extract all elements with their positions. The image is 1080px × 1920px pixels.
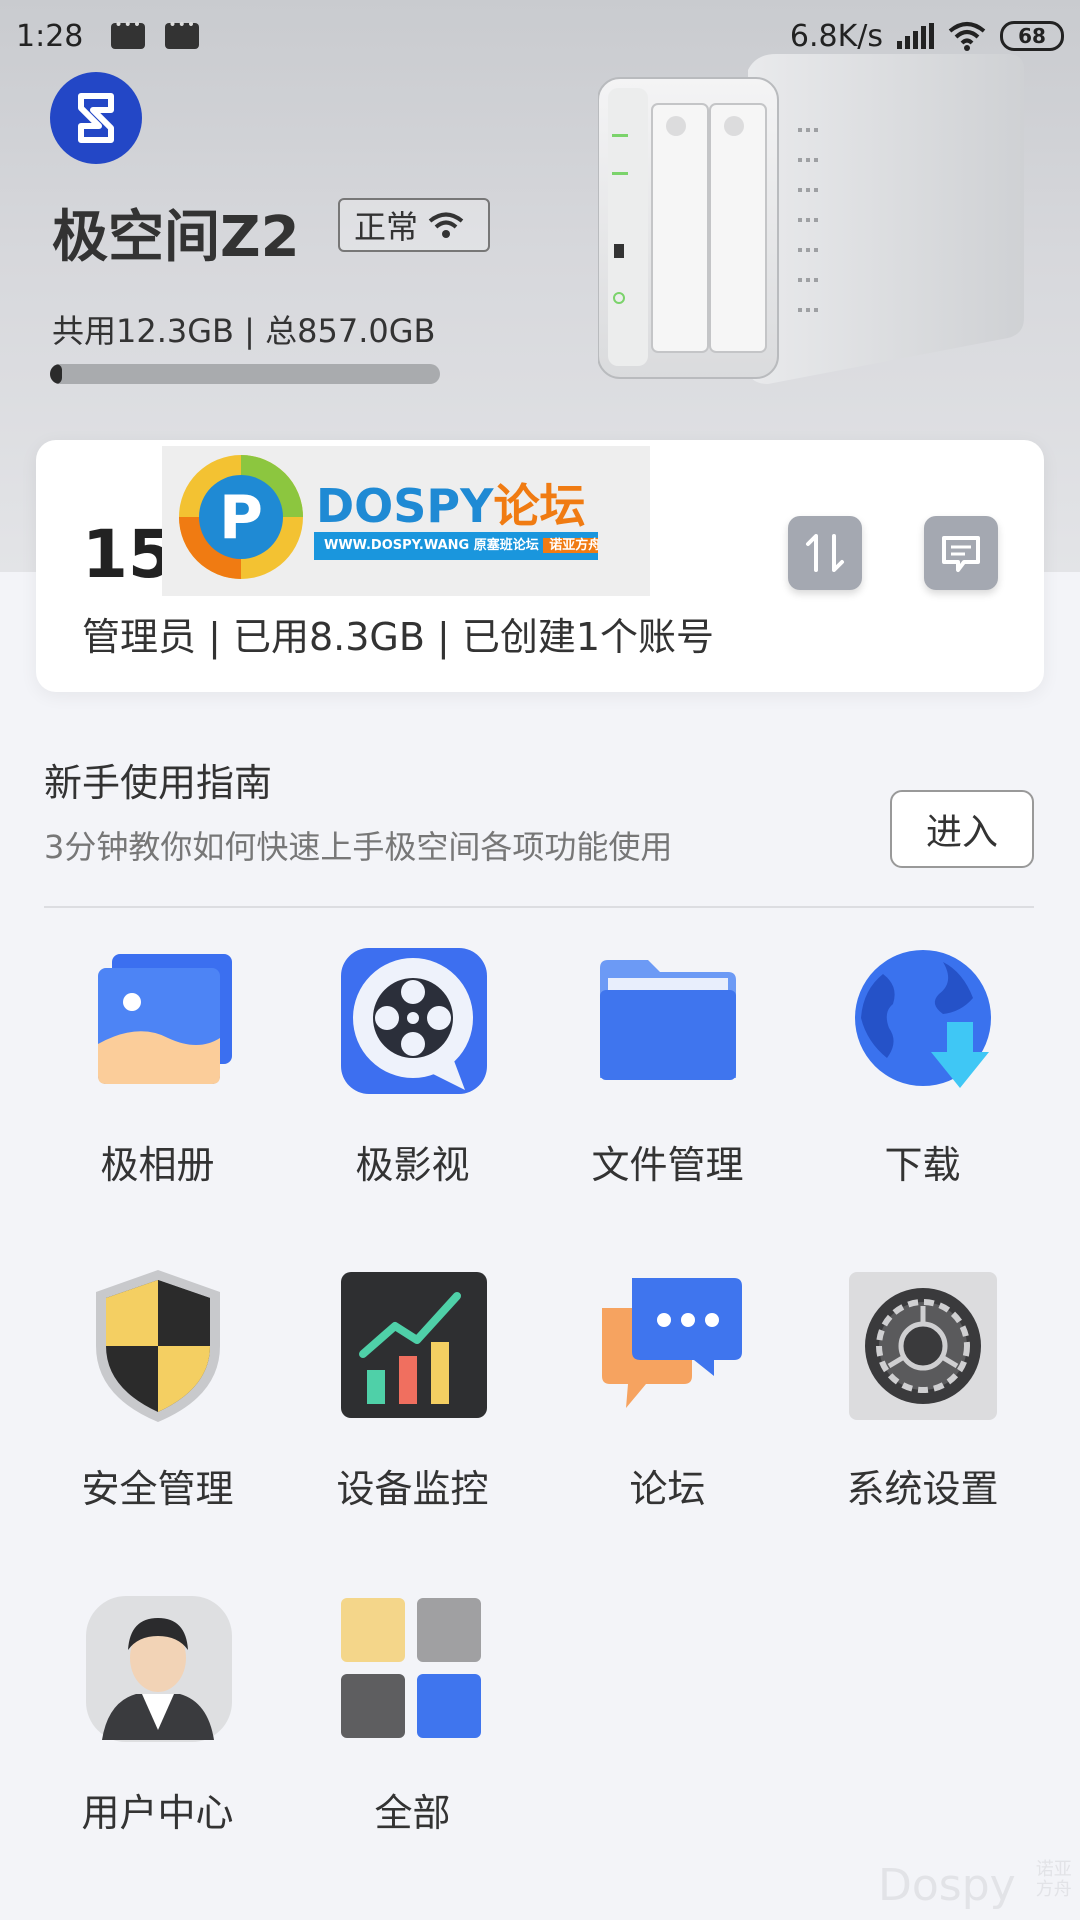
app-label: 用户中心 bbox=[81, 1791, 234, 1835]
app-user-center[interactable]: 用户中心 bbox=[30, 1590, 285, 1837]
guide-subtitle: 3分钟教你如何快速上手极空间各项功能使用 bbox=[44, 828, 673, 866]
chart-monitor-icon bbox=[333, 1266, 493, 1426]
app-files[interactable]: 文件管理 bbox=[540, 942, 795, 1189]
globe-download-icon bbox=[843, 942, 1003, 1102]
app-label: 安全管理 bbox=[81, 1467, 234, 1511]
app-label: 设备监控 bbox=[336, 1467, 489, 1511]
device-status-label: 正常 bbox=[354, 208, 419, 246]
divider bbox=[44, 906, 1034, 908]
film-reel-icon bbox=[333, 942, 493, 1102]
photo-album-icon bbox=[78, 942, 238, 1102]
app-label: 系统设置 bbox=[846, 1467, 999, 1511]
dospy-logo-icon: P bbox=[179, 455, 303, 579]
wifi-icon bbox=[428, 212, 464, 238]
messages-button[interactable] bbox=[924, 516, 998, 590]
account-number: 15 bbox=[82, 516, 174, 593]
message-notification-icon bbox=[165, 17, 200, 49]
app-monitor[interactable]: 设备监控 bbox=[285, 1266, 540, 1513]
app-download[interactable]: 下载 bbox=[795, 942, 1050, 1189]
app-forum[interactable]: 论坛 bbox=[540, 1266, 795, 1513]
app-photos[interactable]: 极相册 bbox=[30, 942, 285, 1189]
transfer-arrows-icon bbox=[806, 534, 844, 572]
forum-watermark-logo: P DOSPY论坛 WWW.DOSPY.WANG 原塞班论坛 诺亚方舟号 bbox=[162, 446, 650, 596]
gear-icon bbox=[843, 1266, 1003, 1426]
transfer-button[interactable] bbox=[788, 516, 862, 590]
guide-title: 新手使用指南 bbox=[44, 761, 273, 805]
app-label: 文件管理 bbox=[591, 1143, 744, 1187]
account-summary: 管理员 | 已用8.3GB | 已创建1个账号 bbox=[82, 615, 715, 659]
status-time: 1:28 bbox=[16, 18, 84, 54]
message-notification-icon bbox=[111, 17, 146, 49]
storage-progress-bar bbox=[50, 364, 440, 384]
device-name: 极空间Z2 bbox=[52, 205, 300, 270]
battery-icon: 68 bbox=[1000, 21, 1064, 51]
app-security[interactable]: 安全管理 bbox=[30, 1266, 285, 1513]
folder-icon bbox=[588, 942, 748, 1102]
app-label: 极影视 bbox=[355, 1143, 470, 1187]
nas-device-image bbox=[598, 54, 1024, 384]
cell-signal-icon bbox=[897, 23, 934, 49]
app-settings[interactable]: 系统设置 bbox=[795, 1266, 1050, 1513]
grid-all-icon bbox=[333, 1590, 493, 1750]
app-all[interactable]: 全部 bbox=[285, 1590, 540, 1837]
user-avatar-icon bbox=[78, 1590, 238, 1750]
app-label: 论坛 bbox=[629, 1467, 706, 1511]
wifi-icon bbox=[948, 22, 986, 51]
account-card[interactable]: 15 P DOSPY论坛 WWW.DOSPY.WANG 原塞班论坛 诺亚方舟号 … bbox=[36, 440, 1044, 692]
watermark-url: WWW.DOSPY.WANG 原塞班论坛 诺亚方舟号 bbox=[314, 532, 598, 560]
app-logo-icon[interactable] bbox=[50, 72, 142, 164]
message-icon bbox=[942, 536, 980, 572]
app-label: 极相册 bbox=[100, 1143, 215, 1187]
device-status-badge[interactable]: 正常 bbox=[338, 198, 490, 252]
storage-summary: 共用12.3GB | 总857.0GB bbox=[52, 312, 436, 350]
guide-enter-button[interactable]: 进入 bbox=[890, 790, 1034, 868]
svg-text:P: P bbox=[219, 483, 263, 553]
app-video[interactable]: 极影视 bbox=[285, 942, 540, 1189]
chat-forum-icon bbox=[588, 1266, 748, 1426]
watermark-title: DOSPY论坛 bbox=[316, 479, 586, 533]
app-label: 下载 bbox=[884, 1143, 961, 1187]
corner-watermark: Dospy 诺亚 方舟 bbox=[878, 1859, 1072, 1912]
app-label: 全部 bbox=[374, 1791, 451, 1835]
shield-icon bbox=[78, 1266, 238, 1426]
